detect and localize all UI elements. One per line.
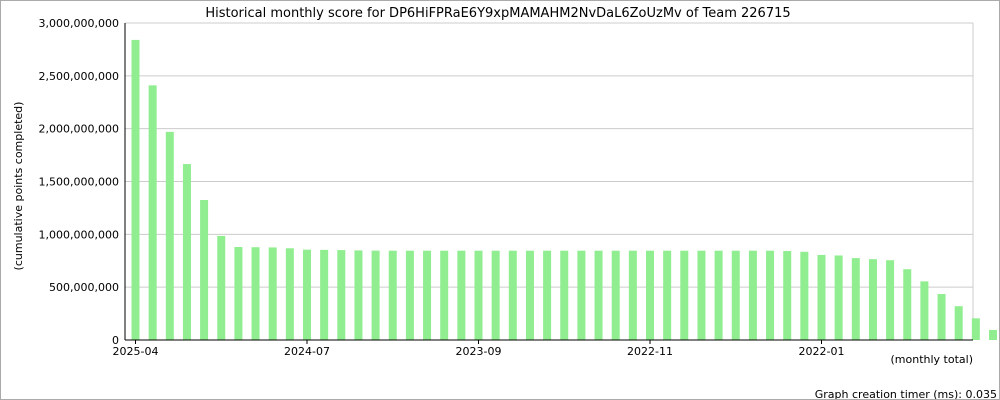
bar — [474, 250, 483, 340]
bar — [851, 258, 860, 340]
bar — [680, 250, 689, 340]
bars — [131, 39, 997, 340]
bar — [834, 255, 843, 340]
bar — [886, 260, 895, 340]
bar — [182, 164, 191, 340]
bar — [868, 259, 877, 340]
bar — [611, 250, 620, 340]
bar — [165, 131, 174, 340]
bar — [423, 250, 432, 340]
y-tick-label: 3,000,000,000 — [39, 17, 119, 30]
bar — [731, 250, 740, 340]
bar — [783, 251, 792, 340]
bar — [543, 250, 552, 340]
bar — [457, 250, 466, 340]
bar — [303, 249, 311, 340]
bar — [954, 306, 963, 340]
x-axis-ticks: 2025-04 2024-07 2023-09 2022-11 2022-01 — [113, 340, 845, 358]
bar — [131, 39, 140, 340]
y-axis-ticks: 0500,000,0001,000,000,0001,500,000,0002,… — [39, 17, 119, 347]
bar — [268, 247, 277, 340]
bar — [405, 250, 414, 340]
bar — [148, 85, 157, 340]
y-tick-label: 500,000,000 — [49, 281, 119, 294]
bar — [388, 250, 397, 340]
bar — [646, 250, 654, 340]
x-tick-label: 2022-01 — [799, 345, 845, 358]
x-tick-label: 2023-09 — [456, 345, 502, 358]
bar — [628, 250, 637, 340]
bar — [594, 250, 603, 340]
bar — [903, 269, 912, 340]
bar — [663, 250, 672, 340]
bar — [251, 247, 260, 340]
bar — [217, 235, 226, 340]
bar — [285, 248, 294, 340]
bar — [920, 281, 929, 340]
y-axis-label: (cumulative points completed) — [12, 102, 25, 271]
bar — [440, 250, 449, 340]
bar — [766, 250, 775, 340]
bar — [817, 254, 826, 340]
x-tick-label: 2024-07 — [284, 345, 330, 358]
bar — [337, 250, 346, 340]
bar — [937, 294, 946, 340]
x-axis-label: (monthly total) — [891, 353, 974, 366]
bar — [714, 250, 723, 340]
bar — [560, 250, 569, 340]
chart-frame: Historical monthly score for DP6HiFPRaE6… — [0, 0, 1000, 400]
bar — [200, 199, 209, 340]
bar — [320, 249, 329, 340]
y-tick-label: 2,000,000,000 — [39, 123, 119, 136]
y-tick-label: 2,500,000,000 — [39, 70, 119, 83]
bar — [525, 250, 534, 340]
x-tick-label: 2022-11 — [627, 345, 673, 358]
x-tick-label: 2025-04 — [113, 345, 159, 358]
bar — [989, 329, 997, 340]
footer-timer: Graph creation timer (ms): 0.035 — [815, 388, 997, 399]
bar — [748, 250, 757, 340]
bar — [971, 318, 980, 340]
chart-title: Historical monthly score for DP6HiFPRaE6… — [205, 6, 790, 21]
bar — [371, 250, 380, 340]
bar — [491, 250, 500, 340]
bar — [354, 250, 363, 340]
bar — [577, 250, 586, 340]
bar — [234, 247, 243, 340]
bar — [697, 250, 706, 340]
bar — [508, 250, 517, 340]
y-tick-label: 1,000,000,000 — [39, 228, 119, 241]
y-tick-label: 1,500,000,000 — [39, 176, 119, 189]
bar-chart: Historical monthly score for DP6HiFPRaE6… — [12, 6, 997, 399]
bar — [800, 251, 809, 340]
